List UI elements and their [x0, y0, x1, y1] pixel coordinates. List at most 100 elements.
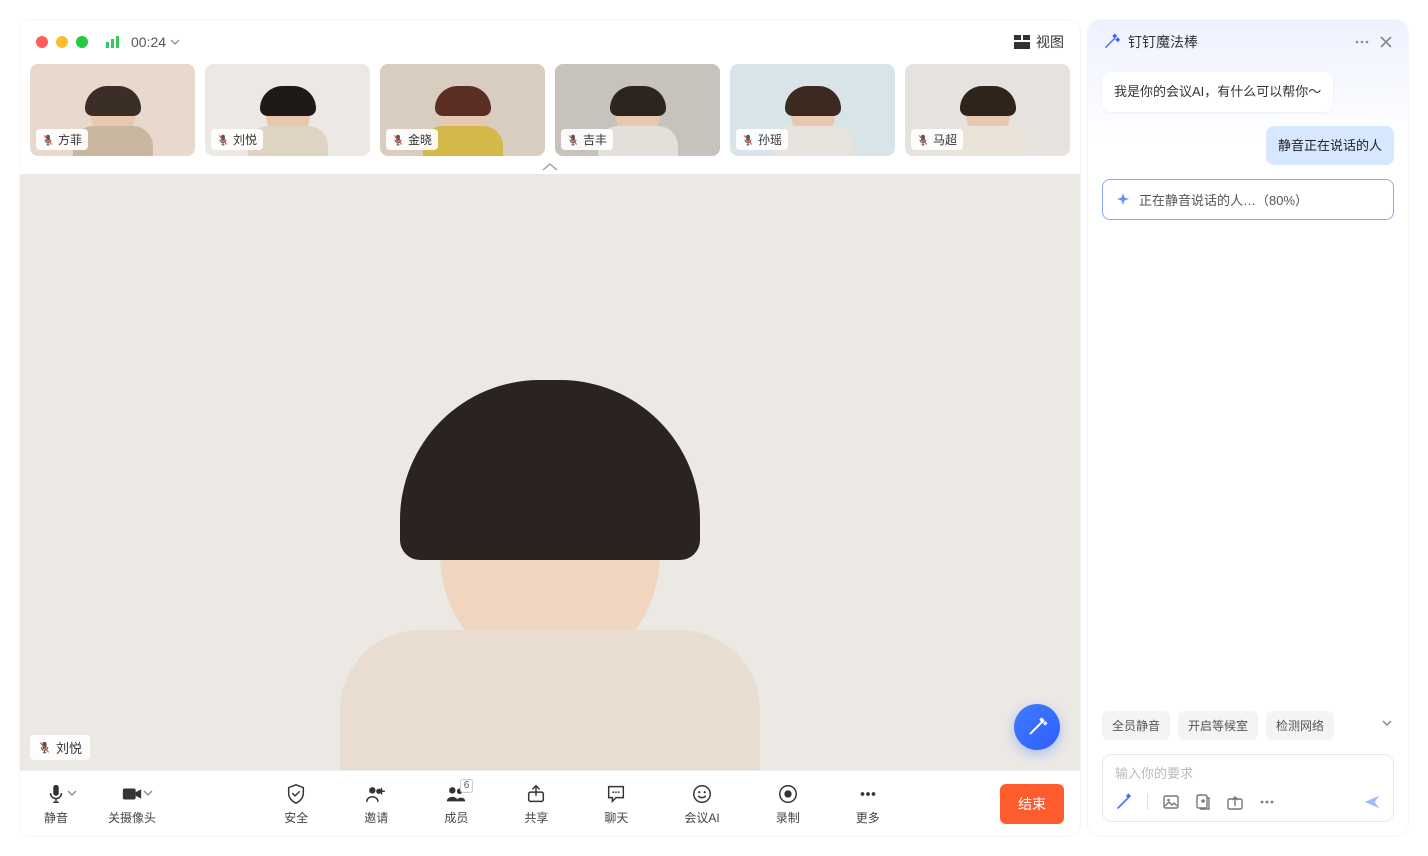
participant-thumbnails: 方菲 刘悦 金晓 吉丰	[20, 64, 1080, 160]
participant-thumbnail[interactable]: 马超	[905, 64, 1070, 156]
control-bar: 静音 关摄像头 安全 邀请	[20, 770, 1080, 836]
chevron-up-icon	[541, 162, 559, 172]
active-speaker-view: 刘悦	[20, 174, 1080, 770]
sidebar-header: 钉钉魔法棒	[1088, 20, 1408, 64]
more-dots-icon	[857, 783, 879, 805]
top-bar: 00:24 视图	[20, 20, 1080, 64]
mute-options-chevron[interactable]	[67, 787, 77, 801]
grid-icon	[1014, 34, 1030, 50]
members-count-badge: 6	[460, 779, 474, 793]
invite-button[interactable]: 邀请	[356, 781, 396, 826]
camera-options-chevron[interactable]	[143, 787, 153, 801]
participant-name: 方菲	[58, 131, 82, 148]
ai-message: 我是你的会议AI，有什么可以帮你～	[1102, 72, 1333, 112]
view-layout-button[interactable]: 视图	[1014, 32, 1064, 52]
ai-progress-status: 正在静音说话的人…（80%）	[1102, 179, 1394, 220]
security-label: 安全	[284, 809, 308, 826]
mic-muted-icon	[742, 134, 754, 146]
ai-assistant-fab[interactable]	[1014, 704, 1060, 750]
collapse-thumbnails[interactable]	[20, 160, 1080, 174]
composer-image-button[interactable]	[1162, 793, 1180, 811]
record-icon	[777, 783, 799, 805]
speaker-avatar	[20, 174, 1080, 770]
share-icon	[525, 783, 547, 805]
composer-upload-button[interactable]	[1226, 793, 1244, 811]
members-label: 成员	[444, 809, 468, 826]
suggestion-chips: 全员静音开启等候室检测网络	[1088, 703, 1408, 748]
meeting-main-area: 00:24 视图 方菲 刘悦	[20, 20, 1080, 836]
more-button[interactable]: 更多	[848, 781, 888, 826]
participant-name: 刘悦	[233, 131, 257, 148]
ai-sidebar: 钉钉魔法棒 我是你的会议AI，有什么可以帮你～ 静音正在说话的人 正在静音说话的…	[1088, 20, 1408, 836]
participant-thumbnail[interactable]: 吉丰	[555, 64, 720, 156]
share-button[interactable]: 共享	[516, 781, 556, 826]
view-label: 视图	[1036, 32, 1064, 52]
chat-label: 聊天	[604, 809, 628, 826]
invite-label: 邀请	[364, 809, 388, 826]
security-button[interactable]: 安全	[276, 781, 316, 826]
maximize-window[interactable]	[76, 36, 88, 48]
more-label: 更多	[856, 809, 880, 826]
suggestion-chip[interactable]: 检测网络	[1266, 711, 1334, 740]
minimize-window[interactable]	[56, 36, 68, 48]
suggestion-chip[interactable]: 开启等候室	[1178, 711, 1258, 740]
ai-chat-area: 我是你的会议AI，有什么可以帮你～ 静音正在说话的人 正在静音说话的人…（80%…	[1088, 64, 1408, 703]
end-meeting-button[interactable]: 结束	[1000, 784, 1064, 824]
participant-name-tag: 金晓	[386, 129, 438, 150]
members-button[interactable]: 6 成员	[436, 781, 476, 826]
window-controls[interactable]	[36, 36, 88, 48]
ai-prompt-input[interactable]	[1115, 766, 1381, 781]
sidebar-close-button[interactable]	[1378, 34, 1394, 50]
chevron-down-icon	[170, 37, 180, 47]
speaker-name-tag: 刘悦	[30, 735, 90, 760]
participant-name-tag: 马超	[911, 129, 963, 150]
send-button[interactable]	[1363, 793, 1381, 811]
composer-more-button[interactable]	[1258, 793, 1276, 811]
camera-label: 关摄像头	[108, 809, 156, 826]
participant-name-tag: 孙瑶	[736, 129, 788, 150]
mic-muted-icon	[38, 741, 51, 754]
chat-button[interactable]: 聊天	[596, 781, 636, 826]
participant-thumbnail[interactable]: 刘悦	[205, 64, 370, 156]
mic-muted-icon	[567, 134, 579, 146]
mic-muted-icon	[392, 134, 404, 146]
camera-icon	[121, 783, 143, 805]
ai-button[interactable]: 会议AI	[676, 781, 727, 826]
chat-icon	[605, 783, 627, 805]
divider	[1147, 794, 1148, 810]
participant-name: 马超	[933, 131, 957, 148]
wand-icon	[1026, 716, 1048, 738]
user-message: 静音正在说话的人	[1266, 126, 1394, 166]
participant-thumbnail[interactable]: 金晓	[380, 64, 545, 156]
chips-expand-button[interactable]	[1380, 716, 1394, 735]
mute-label: 静音	[44, 809, 68, 826]
suggestion-chip[interactable]: 全员静音	[1102, 711, 1170, 740]
participant-name: 孙瑶	[758, 131, 782, 148]
invite-icon	[365, 783, 387, 805]
sparkle-icon	[1115, 192, 1131, 208]
mic-muted-icon	[917, 134, 929, 146]
composer-attach-button[interactable]	[1194, 793, 1212, 811]
shield-icon	[285, 783, 307, 805]
mute-button[interactable]: 静音	[36, 781, 76, 826]
mic-muted-icon	[217, 134, 229, 146]
share-label: 共享	[524, 809, 548, 826]
record-button[interactable]: 录制	[768, 781, 808, 826]
participant-name: 金晓	[408, 131, 432, 148]
progress-text: 正在静音说话的人…（80%）	[1139, 190, 1308, 209]
mic-muted-icon	[42, 134, 54, 146]
participant-thumbnail[interactable]: 孙瑶	[730, 64, 895, 156]
participant-name-tag: 刘悦	[211, 129, 263, 150]
microphone-icon	[45, 783, 67, 805]
meeting-timer[interactable]: 00:24	[131, 34, 180, 50]
sidebar-more-button[interactable]	[1354, 34, 1370, 50]
smile-icon	[691, 783, 713, 805]
camera-button[interactable]: 关摄像头	[100, 781, 164, 826]
participant-name-tag: 吉丰	[561, 129, 613, 150]
signal-strength-icon	[106, 36, 119, 48]
ai-label: 会议AI	[684, 809, 719, 826]
participant-thumbnail[interactable]: 方菲	[30, 64, 195, 156]
composer-wand-button[interactable]	[1115, 793, 1133, 811]
sidebar-title: 钉钉魔法棒	[1128, 32, 1198, 52]
close-window[interactable]	[36, 36, 48, 48]
